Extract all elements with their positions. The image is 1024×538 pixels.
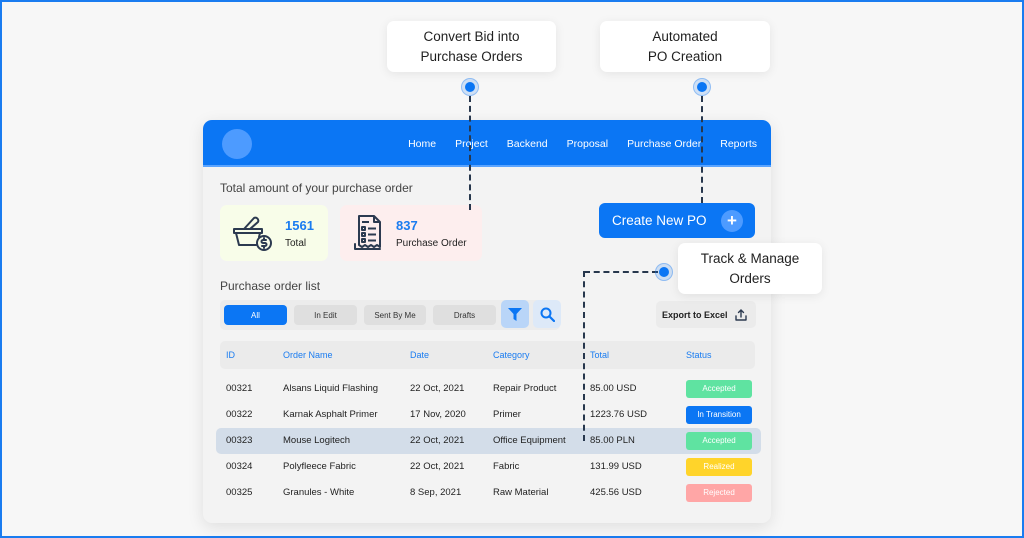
callout-track-line1: Track & Manage bbox=[700, 250, 800, 266]
cell-order-name: Granules - White bbox=[283, 487, 355, 498]
callout-automated-po: Automated PO Creation bbox=[600, 21, 770, 72]
table-header: ID Order Name Date Category Total Status bbox=[220, 341, 755, 369]
callout-track-manage: Track & Manage Orders bbox=[678, 243, 822, 294]
nav-home[interactable]: Home bbox=[408, 138, 436, 150]
column-header-status[interactable]: Status bbox=[686, 341, 712, 369]
cell-date: 17 Nov, 2020 bbox=[410, 409, 466, 420]
plus-icon: + bbox=[721, 210, 743, 232]
cell-total: 85.00 USD bbox=[590, 383, 637, 394]
cell-order-name: Alsans Liquid Flashing bbox=[283, 383, 379, 394]
column-header-order-name[interactable]: Order Name bbox=[283, 341, 333, 369]
status-badge: Rejected bbox=[686, 484, 752, 502]
stat-card-total: 1561 Total bbox=[220, 205, 328, 261]
table-row[interactable]: 00324 Polyfleece Fabric 22 Oct, 2021 Fabric… bbox=[216, 454, 761, 480]
cell-id: 00325 bbox=[226, 487, 253, 498]
callout-marker-dot bbox=[693, 78, 711, 96]
stat-total-label: Total bbox=[285, 237, 307, 249]
table-row[interactable]: 00323 Mouse Logitech 22 Oct, 2021 Office Eq… bbox=[216, 428, 761, 454]
nav-project[interactable]: Project bbox=[455, 138, 488, 150]
cell-id: 00323 bbox=[226, 435, 253, 446]
stat-po-value: 837 bbox=[396, 217, 418, 233]
stat-po-label: Purchase Order bbox=[396, 237, 467, 249]
cell-id: 00321 bbox=[226, 383, 253, 394]
connector-line bbox=[701, 96, 703, 203]
cell-date: 8 Sep, 2021 bbox=[410, 487, 462, 498]
callout-convert-bid: Convert Bid into Purchase Orders bbox=[387, 21, 556, 72]
app-window: Home Project Backend Proposal Purchase O… bbox=[203, 120, 771, 523]
cell-category: Fabric bbox=[493, 461, 520, 472]
filter-icon bbox=[508, 307, 522, 321]
callout-marker-dot bbox=[461, 78, 479, 96]
create-new-po-label: Create New PO bbox=[612, 213, 707, 228]
cell-total: 131.99 USD bbox=[590, 461, 642, 472]
cell-order-name: Mouse Logitech bbox=[283, 435, 351, 446]
filter-tab-all[interactable]: All bbox=[224, 305, 287, 325]
nav-backend[interactable]: Backend bbox=[507, 138, 548, 150]
cell-category: Raw Material bbox=[493, 487, 549, 498]
page-frame: Convert Bid into Purchase Orders Automat… bbox=[2, 2, 1022, 536]
cell-category: Repair Product bbox=[493, 383, 557, 394]
status-badge: Accepted bbox=[686, 380, 752, 398]
nav-reports[interactable]: Reports bbox=[720, 138, 757, 150]
upload-icon bbox=[735, 309, 747, 321]
cell-date: 22 Oct, 2021 bbox=[410, 435, 465, 446]
create-new-po-button[interactable]: Create New PO + bbox=[599, 203, 755, 238]
cell-order-name: Polyfleece Fabric bbox=[283, 461, 356, 472]
search-icon bbox=[540, 307, 555, 322]
cell-id: 00322 bbox=[226, 409, 253, 420]
cell-total: 1223.76 USD bbox=[590, 409, 648, 420]
search-button[interactable] bbox=[533, 300, 561, 328]
cell-date: 22 Oct, 2021 bbox=[410, 461, 465, 472]
main-nav: Home Project Backend Proposal Purchase O… bbox=[408, 120, 757, 167]
connector-line bbox=[583, 271, 585, 441]
callout-convert-bid-line2: Purchase Orders bbox=[420, 48, 523, 64]
stat-card-purchase-order: 837 Purchase Order bbox=[340, 205, 482, 261]
column-header-total[interactable]: Total bbox=[590, 341, 609, 369]
summary-title: Total amount of your purchase order bbox=[220, 181, 413, 195]
logo-avatar[interactable] bbox=[222, 129, 252, 159]
callout-marker-dot bbox=[655, 263, 673, 281]
shopping-basket-dollar-icon bbox=[233, 216, 272, 251]
connector-line bbox=[469, 96, 471, 210]
filter-tab-drafts[interactable]: Drafts bbox=[433, 305, 496, 325]
cell-date: 22 Oct, 2021 bbox=[410, 383, 465, 394]
export-to-excel-button[interactable]: Export to Excel bbox=[656, 301, 756, 328]
cell-total: 85.00 PLN bbox=[590, 435, 635, 446]
column-header-id[interactable]: ID bbox=[226, 341, 235, 369]
document-list-icon bbox=[354, 215, 381, 250]
cell-id: 00324 bbox=[226, 461, 253, 472]
cell-category: Office Equipment bbox=[493, 435, 566, 446]
table-row[interactable]: 00322 Karnak Asphalt Primer 17 Nov, 2020 Pr… bbox=[216, 402, 761, 428]
filter-tab-in-edit[interactable]: In Edit bbox=[294, 305, 357, 325]
status-badge: Accepted bbox=[686, 432, 752, 450]
nav-purchase-order[interactable]: Purchase Order bbox=[627, 138, 701, 150]
cell-total: 425.56 USD bbox=[590, 487, 642, 498]
callout-automated-line1: Automated bbox=[652, 28, 718, 44]
callout-automated-line2: PO Creation bbox=[647, 48, 723, 64]
callout-convert-bid-line1: Convert Bid into bbox=[423, 28, 520, 44]
filter-tab-sent-by-me[interactable]: Sent By Me bbox=[364, 305, 426, 325]
column-header-category[interactable]: Category bbox=[493, 341, 530, 369]
export-label: Export to Excel bbox=[662, 309, 728, 320]
list-title: Purchase order list bbox=[220, 279, 321, 293]
status-badge: Realized bbox=[686, 458, 752, 476]
nav-proposal[interactable]: Proposal bbox=[567, 138, 608, 150]
connector-line bbox=[584, 271, 658, 273]
table-row[interactable]: 00325 Granules - White 8 Sep, 2021 Raw Mate… bbox=[216, 480, 761, 506]
top-navbar: Home Project Backend Proposal Purchase O… bbox=[203, 120, 771, 167]
table-row[interactable]: 00321 Alsans Liquid Flashing 22 Oct, 2021 R… bbox=[216, 376, 761, 402]
column-header-date[interactable]: Date bbox=[410, 341, 429, 369]
stat-total-value: 1561 bbox=[285, 217, 314, 233]
status-badge: In Transition bbox=[686, 406, 752, 424]
cell-category: Primer bbox=[493, 409, 521, 420]
filter-button[interactable] bbox=[501, 300, 529, 328]
cell-order-name: Karnak Asphalt Primer bbox=[283, 409, 378, 420]
callout-track-line2: Orders bbox=[729, 270, 771, 286]
